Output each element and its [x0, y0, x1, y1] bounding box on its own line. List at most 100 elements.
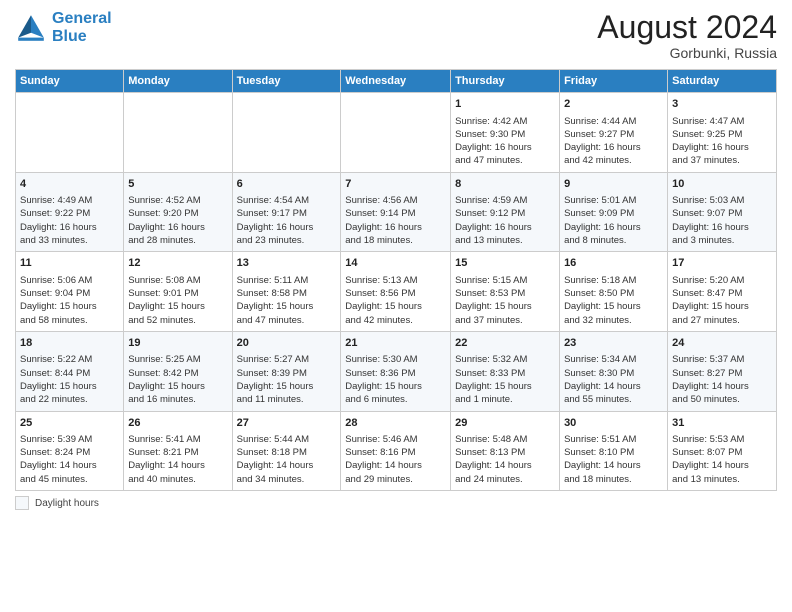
day-info: Sunrise: 4:49 AM: [20, 194, 119, 207]
calendar-cell: 28Sunrise: 5:46 AMSunset: 8:16 PMDayligh…: [341, 411, 451, 491]
day-info: Sunset: 9:22 PM: [20, 207, 119, 220]
calendar-cell: 26Sunrise: 5:41 AMSunset: 8:21 PMDayligh…: [124, 411, 232, 491]
day-info: Daylight: 15 hours: [345, 380, 446, 393]
calendar-cell: [232, 93, 341, 173]
day-info: Sunrise: 5:25 AM: [128, 353, 227, 366]
day-info: Sunset: 8:42 PM: [128, 367, 227, 380]
col-header-sunday: Sunday: [16, 70, 124, 93]
day-info: Daylight: 14 hours: [345, 459, 446, 472]
day-info: Sunrise: 5:53 AM: [672, 433, 772, 446]
logo: General Blue: [15, 10, 112, 45]
day-info: and 27 minutes.: [672, 314, 772, 327]
day-info: and 29 minutes.: [345, 473, 446, 486]
day-info: Sunset: 9:30 PM: [455, 128, 555, 141]
day-info: Sunrise: 4:59 AM: [455, 194, 555, 207]
day-number: 17: [672, 256, 772, 271]
day-info: Sunrise: 5:41 AM: [128, 433, 227, 446]
calendar-cell: 3Sunrise: 4:47 AMSunset: 9:25 PMDaylight…: [668, 93, 777, 173]
day-info: Sunset: 9:01 PM: [128, 287, 227, 300]
calendar-cell: 25Sunrise: 5:39 AMSunset: 8:24 PMDayligh…: [16, 411, 124, 491]
calendar-cell: 17Sunrise: 5:20 AMSunset: 8:47 PMDayligh…: [668, 252, 777, 332]
calendar-cell: 2Sunrise: 4:44 AMSunset: 9:27 PMDaylight…: [560, 93, 668, 173]
day-info: Daylight: 16 hours: [672, 221, 772, 234]
month-year-title: August 2024: [597, 10, 777, 45]
day-info: and 45 minutes.: [20, 473, 119, 486]
day-number: 13: [237, 256, 337, 271]
day-info: Sunrise: 5:11 AM: [237, 274, 337, 287]
day-info: Sunrise: 5:48 AM: [455, 433, 555, 446]
day-number: 15: [455, 256, 555, 271]
calendar-cell: 18Sunrise: 5:22 AMSunset: 8:44 PMDayligh…: [16, 331, 124, 411]
day-info: Daylight: 15 hours: [455, 380, 555, 393]
day-info: Daylight: 15 hours: [345, 300, 446, 313]
calendar-cell: 13Sunrise: 5:11 AMSunset: 8:58 PMDayligh…: [232, 252, 341, 332]
day-info: Sunset: 8:56 PM: [345, 287, 446, 300]
day-number: 30: [564, 416, 663, 431]
day-info: Sunrise: 5:22 AM: [20, 353, 119, 366]
calendar-cell: 1Sunrise: 4:42 AMSunset: 9:30 PMDaylight…: [451, 93, 560, 173]
day-info: Sunrise: 5:39 AM: [20, 433, 119, 446]
day-info: and 55 minutes.: [564, 393, 663, 406]
legend-label: Daylight hours: [35, 498, 99, 509]
day-info: Sunset: 9:04 PM: [20, 287, 119, 300]
calendar-week-row: 11Sunrise: 5:06 AMSunset: 9:04 PMDayligh…: [16, 252, 777, 332]
day-info: Sunrise: 4:47 AM: [672, 115, 772, 128]
day-info: Sunrise: 5:44 AM: [237, 433, 337, 446]
day-info: Sunset: 8:53 PM: [455, 287, 555, 300]
calendar-cell: 20Sunrise: 5:27 AMSunset: 8:39 PMDayligh…: [232, 331, 341, 411]
day-info: Sunrise: 4:44 AM: [564, 115, 663, 128]
day-info: and 23 minutes.: [237, 234, 337, 247]
day-info: and 13 minutes.: [455, 234, 555, 247]
calendar-cell: 30Sunrise: 5:51 AMSunset: 8:10 PMDayligh…: [560, 411, 668, 491]
day-info: Sunrise: 4:54 AM: [237, 194, 337, 207]
day-number: 28: [345, 416, 446, 431]
calendar-cell: 9Sunrise: 5:01 AMSunset: 9:09 PMDaylight…: [560, 172, 668, 252]
day-info: and 3 minutes.: [672, 234, 772, 247]
day-number: 16: [564, 256, 663, 271]
col-header-tuesday: Tuesday: [232, 70, 341, 93]
day-info: and 33 minutes.: [20, 234, 119, 247]
day-info: Sunset: 8:27 PM: [672, 367, 772, 380]
day-info: Sunset: 8:50 PM: [564, 287, 663, 300]
day-info: Sunset: 8:44 PM: [20, 367, 119, 380]
day-info: Daylight: 14 hours: [564, 380, 663, 393]
day-number: 31: [672, 416, 772, 431]
day-info: Daylight: 15 hours: [237, 380, 337, 393]
day-info: Sunset: 9:20 PM: [128, 207, 227, 220]
day-info: Sunrise: 5:08 AM: [128, 274, 227, 287]
day-info: Daylight: 16 hours: [672, 141, 772, 154]
calendar-week-row: 4Sunrise: 4:49 AMSunset: 9:22 PMDaylight…: [16, 172, 777, 252]
day-info: Daylight: 14 hours: [672, 459, 772, 472]
day-info: and 24 minutes.: [455, 473, 555, 486]
day-number: 20: [237, 336, 337, 351]
day-info: Sunrise: 5:27 AM: [237, 353, 337, 366]
col-header-thursday: Thursday: [451, 70, 560, 93]
day-info: Daylight: 14 hours: [20, 459, 119, 472]
day-info: Sunset: 8:16 PM: [345, 446, 446, 459]
day-info: Sunset: 8:07 PM: [672, 446, 772, 459]
day-info: Daylight: 16 hours: [345, 221, 446, 234]
main-container: General Blue August 2024 Gorbunki, Russi…: [0, 0, 792, 515]
day-info: and 40 minutes.: [128, 473, 227, 486]
day-info: Sunset: 9:14 PM: [345, 207, 446, 220]
calendar-week-row: 25Sunrise: 5:39 AMSunset: 8:24 PMDayligh…: [16, 411, 777, 491]
day-info: Sunrise: 5:51 AM: [564, 433, 663, 446]
calendar-cell: 24Sunrise: 5:37 AMSunset: 8:27 PMDayligh…: [668, 331, 777, 411]
calendar-cell: 11Sunrise: 5:06 AMSunset: 9:04 PMDayligh…: [16, 252, 124, 332]
day-info: and 52 minutes.: [128, 314, 227, 327]
calendar-cell: 14Sunrise: 5:13 AMSunset: 8:56 PMDayligh…: [341, 252, 451, 332]
day-info: Sunset: 8:30 PM: [564, 367, 663, 380]
day-info: Sunset: 9:17 PM: [237, 207, 337, 220]
calendar-cell: 4Sunrise: 4:49 AMSunset: 9:22 PMDaylight…: [16, 172, 124, 252]
day-info: and 42 minutes.: [345, 314, 446, 327]
day-number: 25: [20, 416, 119, 431]
day-number: 21: [345, 336, 446, 351]
day-info: and 42 minutes.: [564, 154, 663, 167]
day-info: and 6 minutes.: [345, 393, 446, 406]
day-info: Daylight: 16 hours: [128, 221, 227, 234]
day-info: and 34 minutes.: [237, 473, 337, 486]
day-info: Sunset: 8:13 PM: [455, 446, 555, 459]
day-info: Sunrise: 5:20 AM: [672, 274, 772, 287]
day-info: Sunrise: 5:30 AM: [345, 353, 446, 366]
day-number: 24: [672, 336, 772, 351]
